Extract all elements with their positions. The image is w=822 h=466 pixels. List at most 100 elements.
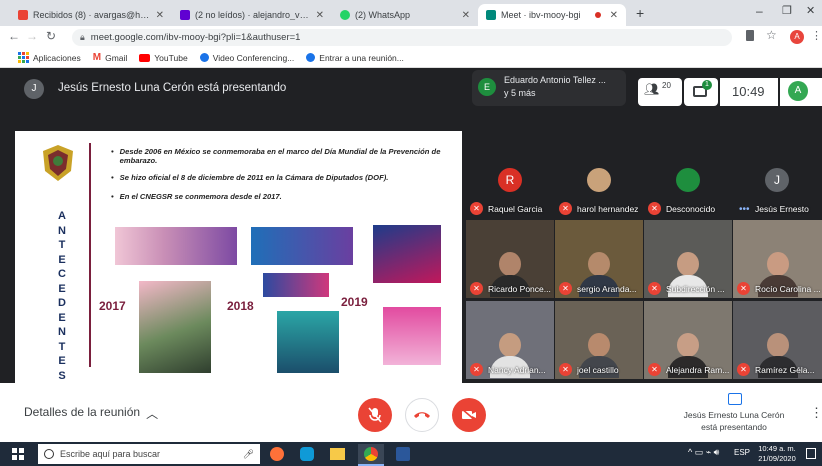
video-tile[interactable]: ✕ sergio Aranda... xyxy=(555,220,643,298)
camera-toggle-button[interactable] xyxy=(452,398,486,432)
title-letter: E xyxy=(58,311,66,324)
participant-name: Subdirección ... xyxy=(666,284,725,294)
chevron-up-icon: ︿ xyxy=(146,407,159,421)
chrome-taskbar-item[interactable] xyxy=(358,444,384,466)
tab-yahoo[interactable]: (2 no leídos) · alejandro_vargas1 ✕ xyxy=(172,4,332,26)
leave-call-button[interactable] xyxy=(405,398,439,432)
search-icon xyxy=(44,449,54,459)
campaign-poster-2018b xyxy=(277,311,339,373)
tab-gmail[interactable]: Recibidos (8) · avargas@hidalgo.gob.mx ✕ xyxy=(10,4,172,26)
close-tab-icon[interactable]: ✕ xyxy=(462,10,470,21)
url-bar[interactable]: 🔒︎ meet.google.com/ibv-mooy-bgi?pli=1&au… xyxy=(72,29,732,46)
mic-off-icon: ✕ xyxy=(648,363,661,376)
year-label: 2018 xyxy=(227,299,254,313)
video-tile[interactable]: ✕ Alejandra Ram... xyxy=(644,301,732,379)
account-area[interactable]: A xyxy=(780,78,822,106)
bookmark-gmail[interactable]: M Gmail xyxy=(93,52,128,63)
new-tab-button[interactable]: + xyxy=(636,5,644,21)
bookmark-apps[interactable]: Aplicaciones xyxy=(18,52,81,63)
video-tile[interactable]: ✕ Subdirección ... xyxy=(644,220,732,298)
address-bar-row: ← → ↻ 🔒︎ meet.google.com/ibv-mooy-bgi?pl… xyxy=(0,26,822,48)
language-indicator[interactable]: ESP xyxy=(734,448,750,457)
system-tray-icons[interactable]: ^ ▭ ⌁ 🔊︎ xyxy=(688,447,719,458)
mail-icon xyxy=(180,10,190,20)
video-tile[interactable]: ✕ Ramírez Géla... xyxy=(733,301,822,379)
video-tile[interactable]: ✕ Rocío Carolina ... xyxy=(733,220,822,298)
title-letter: C xyxy=(58,268,66,280)
video-grid: ✕ Ricardo Ponce... ✕ sergio Aranda... ✕ Subdi… xyxy=(466,160,822,382)
bookmark-youtube[interactable]: YouTube xyxy=(139,53,188,63)
reload-icon[interactable]: ↻ xyxy=(46,29,56,43)
tab-label: Meet · ibv-mooy-bgi xyxy=(501,10,581,20)
back-arrow-icon[interactable]: ← xyxy=(8,29,20,43)
bookmark-label: Entrar a una reunión... xyxy=(319,52,404,63)
bullet-list: • Desde 2006 en México se conmemoraba en … xyxy=(111,147,451,201)
hang-up-icon xyxy=(414,412,430,418)
meeting-details-label: Detalles de la reunión xyxy=(24,405,141,419)
participant-name: joel castillo xyxy=(577,365,619,375)
pinned-participant[interactable]: E Eduardo Antonio Tellez ... y 5 más xyxy=(472,70,626,106)
word-icon[interactable] xyxy=(396,447,410,461)
close-window-button[interactable]: ✕ xyxy=(806,4,815,17)
camera-indicator-icon[interactable] xyxy=(746,30,754,41)
meeting-controls: Detalles de la reunión ︿ Jesús Ernesto L… xyxy=(0,383,822,442)
bullet-item: • En el CNEGSR se conmemora desde el 2017… xyxy=(111,192,282,201)
youtube-icon xyxy=(139,53,151,62)
participant-name: sergio Aranda... xyxy=(577,284,637,294)
close-tab-icon[interactable]: ✕ xyxy=(316,10,324,21)
meeting-time: 10:49 xyxy=(732,84,765,99)
bookmarks-bar: Aplicaciones M Gmail YouTube Video Confe… xyxy=(0,48,822,68)
title-letter: T xyxy=(58,239,66,251)
participant-name: Rocío Carolina ... xyxy=(755,284,821,294)
bookmark-video-conferencing[interactable]: Video Conferencing... xyxy=(199,52,295,63)
profile-avatar[interactable]: A xyxy=(790,30,804,44)
pinned-more: y 5 más xyxy=(504,88,536,98)
clock-time[interactable]: 10:49 a. m. xyxy=(756,444,798,453)
minimize-button[interactable]: – xyxy=(756,4,763,18)
title-letter: D xyxy=(58,297,66,309)
taskbar-search-box[interactable]: Escribe aquí para buscar 🎤︎ xyxy=(38,444,260,464)
video-tile[interactable]: ✕ joel castillo xyxy=(555,301,643,379)
maximize-button[interactable]: ❐ xyxy=(782,4,792,17)
forward-arrow-icon[interactable]: → xyxy=(26,29,38,43)
campaign-poster-2018a xyxy=(251,227,353,265)
meet-icon xyxy=(486,10,496,20)
windows-start-icon[interactable] xyxy=(12,448,24,460)
chat-button[interactable]: 1 xyxy=(684,78,718,106)
video-tile[interactable]: ✕ Nancy Adrian... xyxy=(466,301,554,379)
close-tab-icon[interactable]: ✕ xyxy=(610,10,618,21)
clock-date[interactable]: 21/09/2020 xyxy=(756,454,798,463)
mic-off-icon: ✕ xyxy=(737,282,750,295)
star-icon[interactable]: ☆ xyxy=(766,28,777,42)
close-tab-icon[interactable]: ✕ xyxy=(156,10,164,21)
notifications-icon[interactable] xyxy=(806,448,816,459)
tab-whatsapp[interactable]: (2) WhatsApp ✕ xyxy=(332,4,478,26)
campaign-poster-2019b xyxy=(383,307,441,365)
participant-name: Ricardo Ponce... xyxy=(488,284,551,294)
clock-area: 10:49 xyxy=(720,78,778,106)
pinned-name: Eduardo Antonio Tellez ... xyxy=(504,75,606,85)
tab-meet[interactable]: Meet · ibv-mooy-bgi ✕ xyxy=(478,4,626,26)
gmail-icon xyxy=(18,10,28,20)
campaign-poster-2017a xyxy=(115,227,237,265)
mic-off-icon: ✕ xyxy=(559,363,572,376)
people-button[interactable]: 👥︎ 20 xyxy=(638,78,682,106)
edge-icon[interactable] xyxy=(300,447,314,461)
bookmark-join-meeting[interactable]: Entrar a una reunión... xyxy=(306,53,404,63)
present-screen-icon[interactable] xyxy=(728,393,742,405)
title-letter: T xyxy=(58,340,66,353)
bookmark-label: Aplicaciones xyxy=(33,52,81,63)
meeting-details-button[interactable]: Detalles de la reunión ︿ xyxy=(24,405,158,422)
people-count: 20 xyxy=(662,81,671,90)
video-tile[interactable]: ✕ Ricardo Ponce... xyxy=(466,220,554,298)
mic-toggle-button[interactable] xyxy=(358,398,392,432)
tab-label: (2 no leídos) · alejandro_vargas1 xyxy=(195,10,311,20)
mic-off-icon: ✕ xyxy=(559,282,572,295)
bookmark-label: Video Conferencing... xyxy=(212,52,295,63)
bullet-text: Se hizo oficial el 8 de diciembre de 201… xyxy=(119,173,389,182)
firefox-icon[interactable] xyxy=(270,447,284,461)
menu-dots-icon[interactable]: ⋮ xyxy=(811,29,822,42)
file-explorer-icon[interactable] xyxy=(330,448,345,460)
microphone-icon: 🎤︎ xyxy=(242,448,254,459)
more-options-icon[interactable]: ⋮ xyxy=(810,405,822,421)
